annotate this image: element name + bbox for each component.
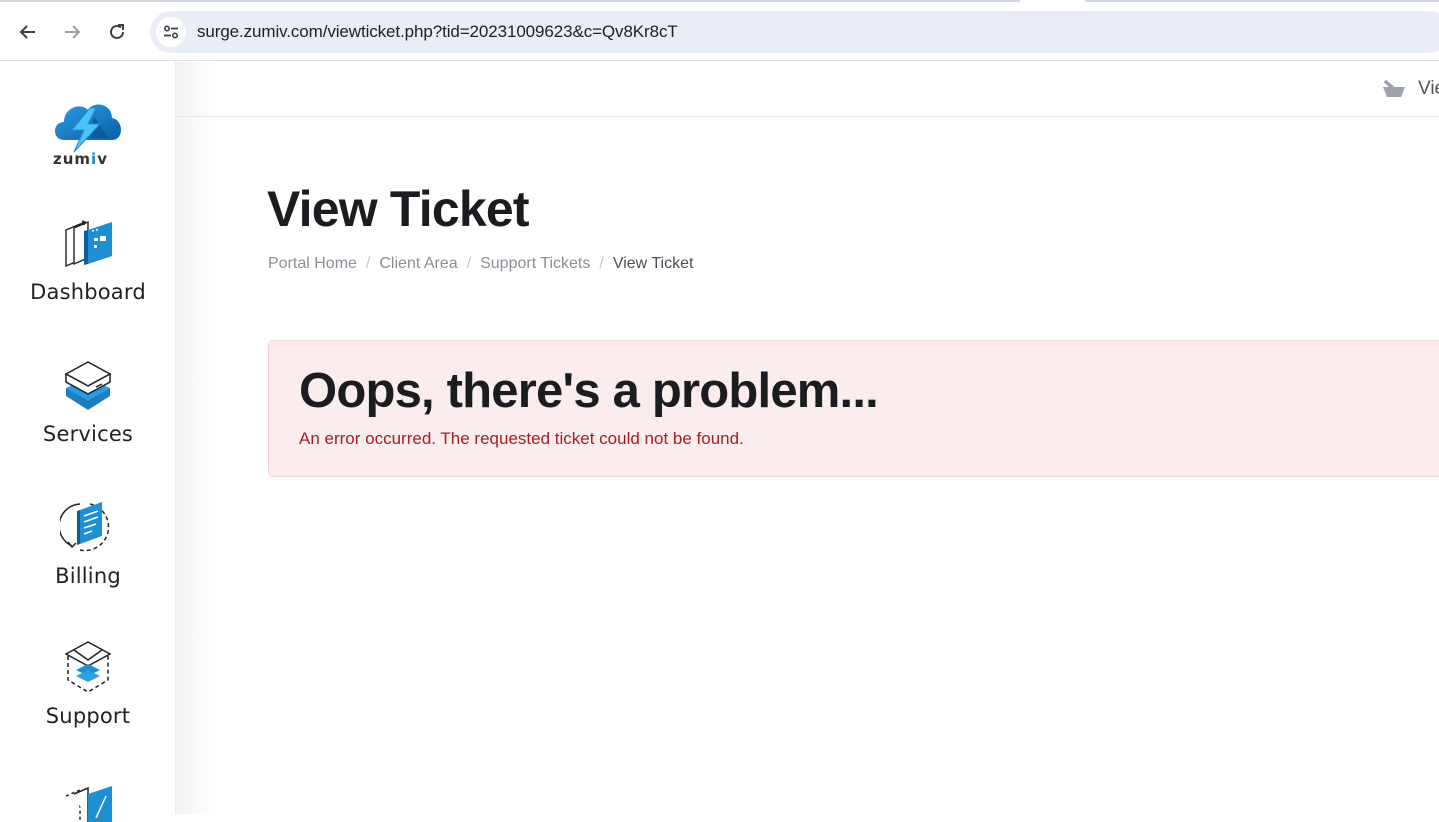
arrow-left-icon bbox=[19, 25, 35, 39]
url-text[interactable]: surge.zumiv.com/viewticket.php?tid=20231… bbox=[197, 22, 678, 42]
error-alert: Oops, there's a problem... An error occu… bbox=[268, 340, 1439, 477]
sidebar: zumiv Dashboard Services Billing Support bbox=[0, 62, 176, 822]
view-cart-label: Vie bbox=[1418, 78, 1439, 99]
reload-icon bbox=[110, 24, 124, 39]
error-title: Oops, there's a problem... bbox=[299, 364, 879, 418]
sidebar-item-support[interactable]: Support bbox=[0, 640, 176, 728]
breadcrumb: Portal Home / Client Area / Support Tick… bbox=[268, 255, 693, 273]
basket-icon bbox=[1383, 80, 1405, 97]
sidebar-item-label: Support bbox=[45, 704, 131, 728]
sidebar-item-label: Dashboard bbox=[30, 280, 146, 304]
breadcrumb-separator: / bbox=[365, 255, 371, 272]
site-info-button[interactable] bbox=[156, 17, 186, 47]
tune-icon bbox=[163, 25, 179, 39]
forward-button[interactable] bbox=[57, 17, 87, 47]
error-message: An error occurred. The requested ticket … bbox=[299, 429, 744, 448]
page-title: View Ticket bbox=[267, 181, 530, 237]
view-cart-link[interactable]: Vie bbox=[1382, 78, 1439, 100]
sidebar-item-billing[interactable]: Billing bbox=[0, 498, 176, 588]
dashboard-icon bbox=[65, 220, 112, 268]
breadcrumb-client-area[interactable]: Client Area bbox=[379, 255, 457, 273]
browser-tab[interactable] bbox=[0, 0, 1020, 2]
top-bar: Vie bbox=[176, 62, 1439, 117]
address-bar[interactable]: surge.zumiv.com/viewticket.php?tid=20231… bbox=[150, 11, 1439, 53]
sidebar-item-label: Billing bbox=[55, 564, 121, 588]
reload-button[interactable] bbox=[102, 17, 132, 47]
breadcrumb-separator: / bbox=[466, 255, 472, 272]
breadcrumb-portal-home[interactable]: Portal Home bbox=[268, 255, 357, 273]
breadcrumb-support-tickets[interactable]: Support Tickets bbox=[480, 255, 590, 273]
browser-toolbar: surge.zumiv.com/viewticket.php?tid=20231… bbox=[0, 3, 1439, 61]
sidebar-item-label: Services bbox=[42, 422, 134, 446]
browser-tab[interactable] bbox=[1085, 0, 1439, 2]
breadcrumb-view-ticket: View Ticket bbox=[612, 255, 694, 272]
brand-name-prefix: zum bbox=[53, 150, 92, 168]
sidebar-item-dashboard[interactable]: Dashboard bbox=[0, 218, 176, 304]
back-button[interactable] bbox=[13, 17, 43, 47]
breadcrumb-separator: / bbox=[599, 255, 604, 272]
domains-icon bbox=[65, 786, 112, 822]
brand-wordmark: zumiv bbox=[53, 150, 108, 168]
sidebar-item-services[interactable]: Services bbox=[0, 358, 176, 446]
main-content: Vie View Ticket Portal Home / Client Are… bbox=[176, 62, 1439, 814]
envelope-icon bbox=[64, 641, 112, 693]
invoice-icon bbox=[60, 502, 110, 552]
server-icon bbox=[64, 361, 112, 410]
brand-name-suffix: v bbox=[97, 150, 108, 168]
arrow-right-icon bbox=[65, 25, 81, 39]
sidebar-item-domains[interactable] bbox=[0, 782, 176, 822]
